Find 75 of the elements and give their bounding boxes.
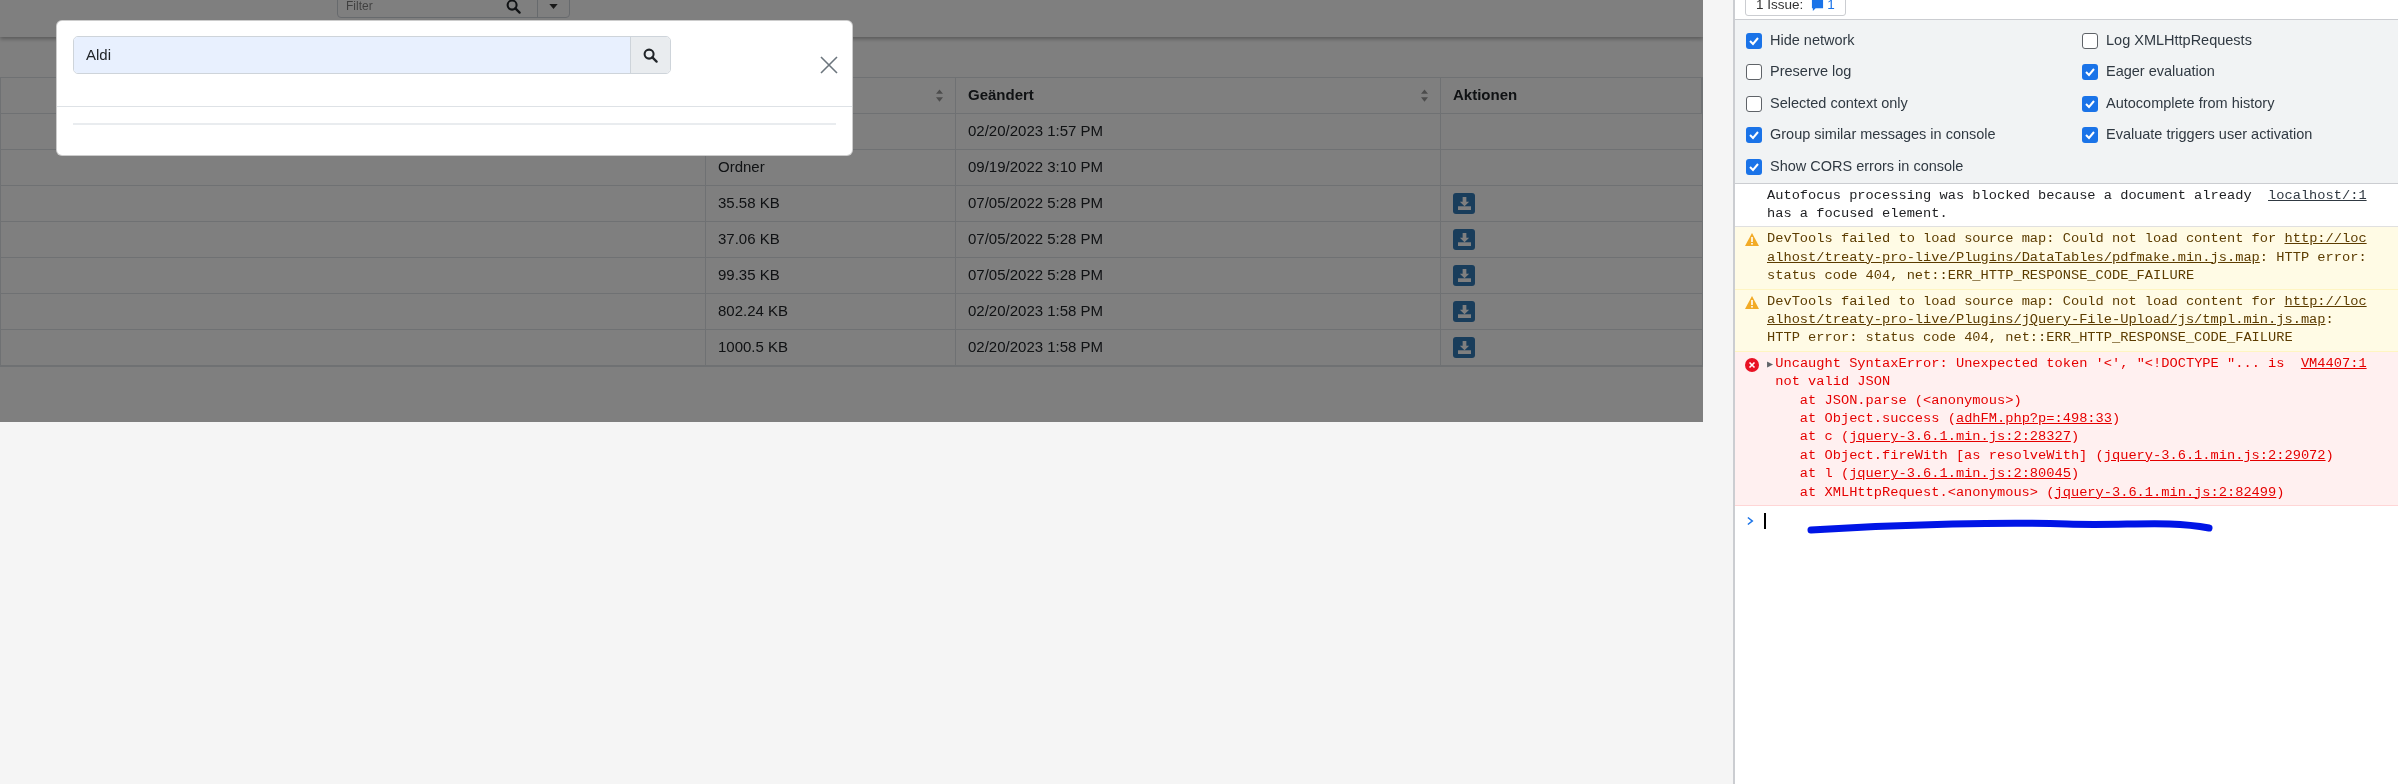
expand-toggle[interactable]: ▶ [1767, 354, 1774, 375]
source-link[interactable]: jquery-3.6.1.min.js:2:82499 [2054, 483, 2277, 502]
setting-checkbox[interactable]: Show CORS errors in console [1746, 151, 2082, 183]
sort-icon[interactable] [1421, 89, 1428, 102]
source-link[interactable]: adhFM.php?p=:498:33 [1955, 409, 2112, 429]
stack-line: at Object.fireWith [as resolveWith] (jquery-3.6.1.min.js:2:29072) [1767, 446, 2367, 466]
search-button[interactable] [630, 37, 670, 73]
setting-checkbox[interactable]: Log XMLHttpRequests [2082, 25, 2398, 57]
table-row[interactable]: 1000.5 KB 02/20/2023 1:58 PM [1, 330, 1702, 366]
stack-line: at l (jquery-3.6.1.min.js:2:80045) [1798, 465, 2081, 484]
setting-checkbox[interactable]: Hide network [1746, 25, 2082, 57]
source-link[interactable]: alhost/treaty-pro-live/Plugins/jQuery-File-Upload/js/tmpl.min.js.map [1767, 310, 2326, 330]
setting-checkbox[interactable]: Group similar messages in console [1746, 119, 2082, 151]
source-link[interactable]: http://loc [2284, 292, 2367, 311]
table-cell-text: 07/05/2022 5:28 PM [968, 265, 1104, 286]
issues-button[interactable]: 1 Issue: 1 [1745, 0, 1846, 16]
table-cell-text: 02/20/2023 1:58 PM [968, 337, 1104, 358]
table-row[interactable]: 99.35 KB 07/05/2022 5:28 PM [1, 258, 1702, 294]
column-header[interactable]: Geändert [968, 84, 1034, 107]
download-button[interactable] [1453, 301, 1475, 322]
table-cell-text: 07/05/2022 5:28 PM [968, 193, 1104, 214]
prompt-icon [1747, 516, 1754, 526]
table-row[interactable]: 37.06 KB 07/05/2022 5:28 PM [1, 222, 1702, 258]
table-cell-text: 02/20/2023 1:57 PM [968, 121, 1104, 142]
sort-icon[interactable] [936, 89, 943, 102]
message-text: DevTools failed to load source map: Could not load content for http://loc alhost/treaty-pro-live/Plugins/jQuery-File-Upload/js/tmpl.min.js.map: HTTP error: status code 404, net::ERR_HTTP_RESPONSE_CODE_FAILURE [1767, 292, 2367, 348]
stack-line: at c (jquery-3.6.1.min.js:2:28327) [1798, 428, 2081, 447]
download-button[interactable] [1453, 193, 1475, 214]
checkmark-icon [1748, 129, 1760, 142]
column-header[interactable]: Aktionen [1453, 84, 1518, 107]
message-icon [1811, 0, 1825, 12]
source-link[interactable]: alhost/treaty-pro-live/Plugins/DataTables/pdfmake.min.js.map [1767, 248, 2260, 268]
message-text: Autofocus processing was blocked because a document already has a focused element. [1767, 186, 2253, 223]
checkmark-icon [2084, 129, 2096, 142]
source-link[interactable]: localhost/:1 [2268, 186, 2367, 205]
filter-input[interactable]: Filter [338, 0, 506, 17]
source-link[interactable]: http://loc [2284, 230, 2367, 249]
table-cell-text: 09/19/2022 3:10 PM [968, 157, 1104, 178]
table-cell-text: Ordner [718, 157, 765, 178]
table-cell-text: 07/05/2022 5:28 PM [968, 229, 1104, 250]
table-cell-text: 02/20/2023 1:58 PM [968, 301, 1104, 322]
setting-checkbox[interactable]: Evaluate triggers user activation [2082, 119, 2398, 151]
text-cursor [1764, 513, 1766, 529]
search-icon[interactable] [506, 0, 521, 14]
download-button[interactable] [1453, 265, 1475, 286]
table-cell-text: 99.35 KB [718, 265, 780, 286]
table-cell-text: 1000.5 KB [718, 337, 789, 358]
search-field[interactable]: Aldi [73, 36, 671, 74]
table-cell-text: 37.06 KB [718, 229, 780, 250]
source-link[interactable]: VM4407:1 [2300, 354, 2367, 374]
setting-checkbox[interactable]: Autocomplete from history [2082, 88, 2398, 120]
warning-icon [1745, 295, 1759, 309]
source-link[interactable]: jquery-3.6.1.min.js:2:28327 [1849, 428, 2071, 447]
setting-checkbox[interactable]: Selected context only [1746, 88, 2082, 120]
stack-line: at Object.success (adhFM.php?p=:498:33) [1767, 409, 2367, 429]
setting-checkbox[interactable]: Preserve log [1746, 56, 2082, 88]
download-button[interactable] [1453, 337, 1475, 358]
download-button[interactable] [1453, 229, 1475, 250]
filter-field[interactable]: Filter [337, 0, 570, 18]
close-button[interactable] [820, 56, 838, 74]
table-cell-text: 35.58 KB [718, 193, 780, 214]
checkmark-icon [2084, 66, 2096, 79]
search-icon [643, 47, 658, 63]
message-text: DevTools failed to load source map: Could not load content for http://loc alhost/treaty-pro-live/Plugins/DataTables/pdfmake.min.js.map: HTTP error: status code 404, net::ERR_HTTP_RESPONSE_CODE_FAILURE [1767, 230, 2367, 286]
source-link[interactable]: jquery-3.6.1.min.js:2:29072 [2103, 446, 2326, 466]
stack-line: at JSON.parse (<anonymous>) [1798, 391, 2023, 410]
source-link[interactable]: jquery-3.6.1.min.js:2:80045 [1849, 465, 2071, 484]
stack-line: at XMLHttpRequest.<anonymous> (jquery-3.6.1.min.js:2:82499) [1798, 483, 2286, 502]
warning-icon [1745, 233, 1759, 247]
setting-checkbox[interactable]: Eager evaluation [2082, 56, 2398, 88]
table-cell-text: 802.24 KB [718, 301, 789, 322]
table-row[interactable]: 35.58 KB 07/05/2022 5:28 PM [1, 186, 1702, 222]
caret-icon [549, 3, 558, 9]
table-row[interactable]: 802.24 KB 02/20/2023 1:58 PM [1, 294, 1702, 330]
error-icon [1745, 357, 1759, 372]
